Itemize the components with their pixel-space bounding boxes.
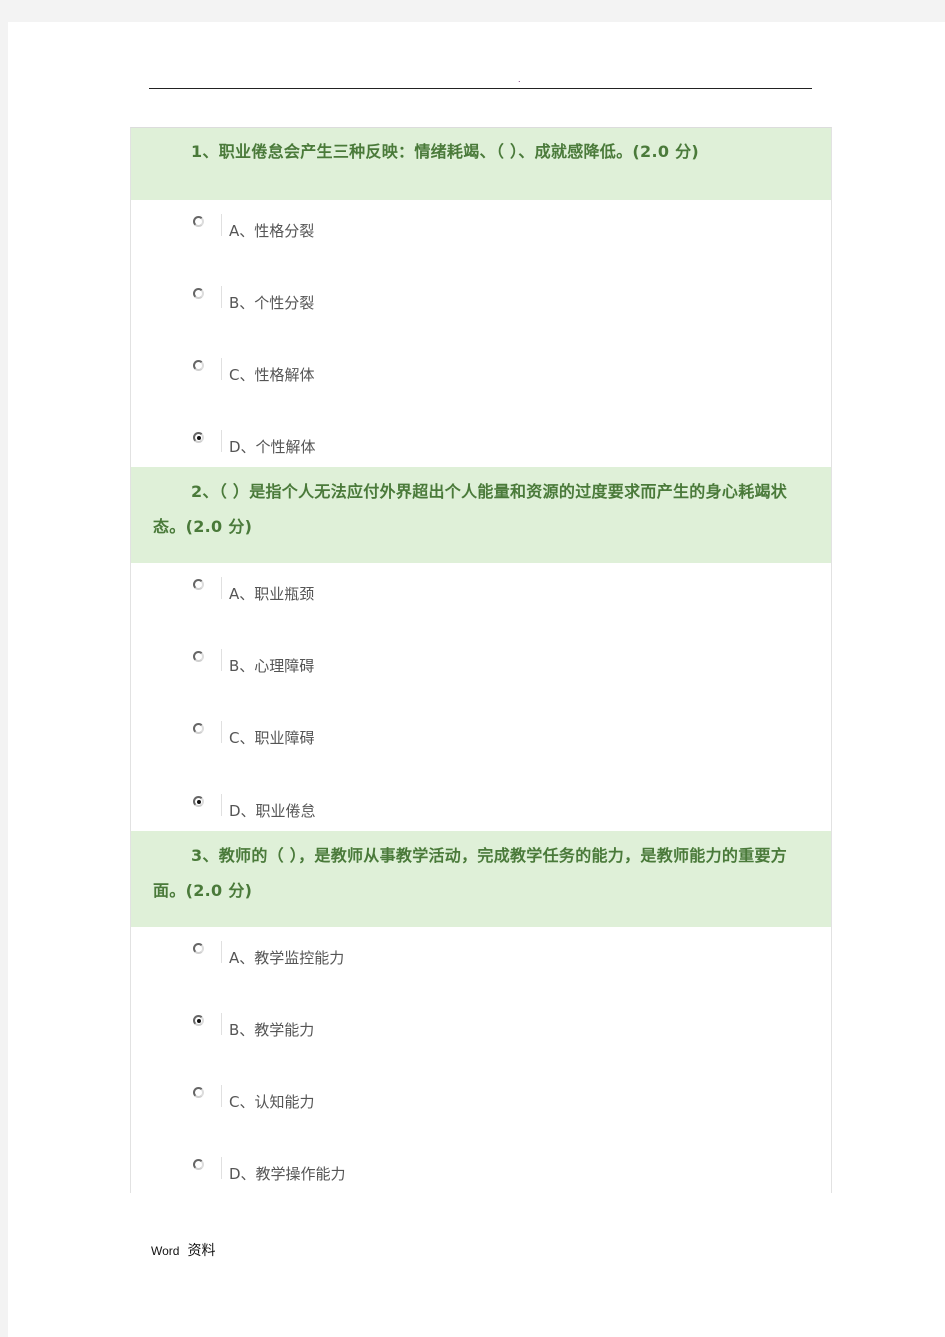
option-label: C、认知能力 (229, 1093, 315, 1111)
option-label: A、职业瓶颈 (229, 585, 315, 603)
option-2d[interactable]: D、职业倦怠 (131, 794, 831, 834)
option-label: D、个性解体 (229, 438, 316, 456)
option-label: C、性格解体 (229, 366, 315, 384)
header-mark: . (518, 74, 521, 84)
radio-button[interactable] (193, 943, 204, 954)
footer-word: Word (151, 1244, 180, 1258)
divider (221, 214, 222, 236)
divider (221, 649, 222, 671)
document-page: . 1、职业倦怠会产生三种反映：情绪耗竭、（ ）、成就感降低。(2.0 分) A… (8, 22, 945, 1337)
radio-button[interactable] (193, 723, 204, 734)
radio-button[interactable] (193, 579, 204, 590)
option-label: C、职业障碍 (229, 729, 315, 747)
question-1: 1、职业倦怠会产生三种反映：情绪耗竭、（ ）、成就感降低。(2.0 分) (131, 128, 831, 200)
divider (221, 1013, 222, 1035)
divider (221, 1085, 222, 1107)
footer-label: 资料 (187, 1242, 216, 1258)
divider (221, 430, 222, 452)
option-3a[interactable]: A、教学监控能力 (131, 941, 831, 981)
option-2a[interactable]: A、职业瓶颈 (131, 577, 831, 617)
option-2c[interactable]: C、职业障碍 (131, 721, 831, 761)
option-3c[interactable]: C、认知能力 (131, 1085, 831, 1125)
question-3: 3、教师的（ ），是教师从事教学活动，完成教学任务的能力，是教师能力的重要方面。… (131, 831, 831, 927)
radio-button[interactable] (193, 216, 204, 227)
question-2: 2、（ ）是指个人无法应付外界超出个人能量和资源的过度要求而产生的身心耗竭状态。… (131, 467, 831, 563)
option-1b[interactable]: B、个性分裂 (131, 286, 831, 326)
option-label: B、心理障碍 (229, 657, 315, 675)
radio-button[interactable] (193, 651, 204, 662)
quiz-panel: 1、职业倦怠会产生三种反映：情绪耗竭、（ ）、成就感降低。(2.0 分) A、性… (130, 127, 832, 1193)
page-footer: Word 资料 (151, 1240, 215, 1260)
option-label: A、性格分裂 (229, 222, 315, 240)
divider (221, 1157, 222, 1179)
option-label: B、教学能力 (229, 1021, 315, 1039)
divider (221, 286, 222, 308)
divider (221, 358, 222, 380)
radio-button[interactable] (193, 1087, 204, 1098)
radio-button-selected[interactable] (193, 1015, 204, 1026)
radio-button-selected[interactable] (193, 796, 204, 807)
option-label: B、个性分裂 (229, 294, 315, 312)
option-1d[interactable]: D、个性解体 (131, 430, 831, 470)
option-label: D、教学操作能力 (229, 1165, 346, 1183)
option-3d[interactable]: D、教学操作能力 (131, 1157, 831, 1197)
option-2b[interactable]: B、心理障碍 (131, 649, 831, 689)
header-rule (149, 88, 812, 89)
radio-button[interactable] (193, 288, 204, 299)
option-label: D、职业倦怠 (229, 802, 316, 820)
radio-button[interactable] (193, 1159, 204, 1170)
divider (221, 794, 222, 816)
radio-button-selected[interactable] (193, 432, 204, 443)
option-1a[interactable]: A、性格分裂 (131, 214, 831, 254)
divider (221, 577, 222, 599)
radio-button[interactable] (193, 360, 204, 371)
option-label: A、教学监控能力 (229, 949, 345, 967)
option-3b[interactable]: B、教学能力 (131, 1013, 831, 1053)
divider (221, 941, 222, 963)
divider (221, 721, 222, 743)
option-1c[interactable]: C、性格解体 (131, 358, 831, 398)
